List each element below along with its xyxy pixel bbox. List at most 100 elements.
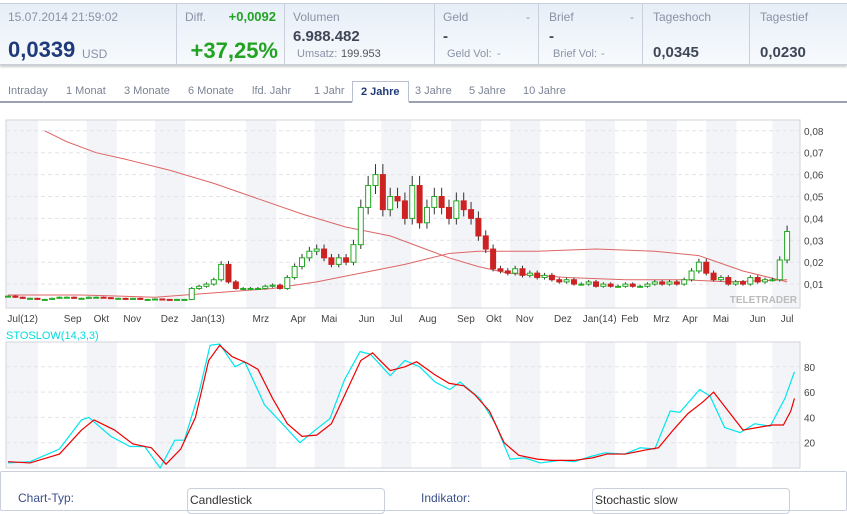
x-tick-label: Dez bbox=[554, 314, 572, 325]
candle-body bbox=[225, 263, 232, 283]
candle-body bbox=[401, 200, 408, 219]
month-band bbox=[86, 120, 117, 308]
x-tick-label: Apr bbox=[682, 314, 698, 325]
x-tick-label: Aug bbox=[419, 314, 437, 325]
candle-body bbox=[144, 298, 151, 301]
month-band bbox=[584, 342, 616, 468]
candle-body bbox=[166, 298, 173, 301]
candle-body bbox=[276, 284, 283, 289]
x-tick-label: Apr bbox=[291, 314, 307, 325]
candle-body bbox=[651, 281, 658, 285]
candle-body bbox=[482, 235, 489, 250]
indicator-y-tick-label: 80 bbox=[804, 363, 816, 374]
y-tick-label: 0,06 bbox=[804, 171, 824, 182]
x-tick-label: Mai bbox=[713, 314, 729, 325]
month-band bbox=[155, 120, 186, 308]
indicator-select[interactable]: Stochastic slow bbox=[592, 488, 790, 514]
candle-body bbox=[27, 297, 34, 300]
x-tick-label: Jun bbox=[750, 314, 766, 325]
candle-body bbox=[409, 185, 416, 219]
candle-body bbox=[563, 279, 570, 283]
candle-body bbox=[232, 281, 239, 289]
x-tick-label: Okt bbox=[94, 314, 110, 325]
candle-body bbox=[497, 268, 504, 272]
chart-type-select[interactable]: Candlestick bbox=[187, 488, 385, 514]
x-tick-label: Jan(14) bbox=[583, 314, 617, 325]
indicator-y-tick-label: 20 bbox=[804, 439, 816, 450]
candle-body bbox=[556, 279, 563, 283]
candle-body bbox=[615, 285, 622, 288]
candle-body bbox=[725, 277, 732, 285]
candle-body bbox=[703, 261, 710, 274]
candle-body bbox=[93, 296, 100, 299]
candle-body bbox=[394, 196, 401, 202]
x-tick-label: Mai bbox=[321, 314, 337, 325]
candle-body bbox=[423, 206, 430, 224]
candle-body bbox=[754, 277, 761, 283]
candle-body bbox=[34, 297, 41, 300]
candle-body bbox=[541, 274, 548, 279]
x-tick-label: Nov bbox=[123, 314, 141, 325]
candle-body bbox=[629, 283, 636, 287]
candle-body bbox=[637, 285, 644, 288]
candle-body bbox=[107, 297, 114, 300]
candle-body bbox=[343, 257, 350, 263]
candle-body bbox=[254, 287, 261, 290]
candle-body bbox=[357, 206, 364, 246]
x-tick-label: Jan(13) bbox=[191, 314, 225, 325]
chart-area: STOSLOW(14,3,3) 0,01 0,02 0,03 0,04 0,05 0,06… bbox=[5, 119, 824, 470]
candle-body bbox=[365, 185, 372, 208]
month-band bbox=[706, 342, 737, 468]
candle-body bbox=[490, 248, 497, 270]
candle-body bbox=[12, 295, 19, 298]
chart-settings: Chart-Typ: Candlestick Indikator: Stocha… bbox=[0, 471, 847, 514]
candle-body bbox=[784, 231, 791, 261]
candle-body bbox=[585, 281, 592, 285]
candle-body bbox=[534, 272, 541, 279]
candle-body bbox=[776, 259, 783, 281]
y-tick-label: 0,08 bbox=[804, 127, 824, 138]
candle-body bbox=[174, 298, 181, 301]
candle-body bbox=[19, 296, 26, 299]
candle-body bbox=[181, 298, 188, 301]
candle-body bbox=[328, 257, 335, 265]
x-tick-label: Sep bbox=[457, 314, 475, 325]
candle-body bbox=[284, 277, 291, 289]
y-tick-label: 0,05 bbox=[804, 193, 824, 204]
candle-body bbox=[570, 279, 577, 285]
candle-body bbox=[49, 297, 56, 300]
candle-body bbox=[152, 298, 158, 301]
candle-body bbox=[137, 297, 144, 300]
candle-body bbox=[622, 283, 629, 287]
candle-body bbox=[262, 285, 269, 289]
candle-body bbox=[688, 270, 695, 281]
indicator-y-tick-label: 40 bbox=[804, 413, 816, 424]
chart-type-label: Chart-Typ: bbox=[18, 491, 75, 505]
month-band bbox=[246, 120, 277, 308]
x-tick-label: Nov bbox=[516, 314, 534, 325]
candle-body bbox=[85, 296, 92, 299]
candle-body bbox=[372, 174, 379, 187]
x-tick-label: Sep bbox=[64, 314, 82, 325]
candle-body bbox=[512, 268, 519, 274]
month-band bbox=[6, 120, 39, 308]
candle-body bbox=[519, 268, 526, 276]
candle-body bbox=[548, 274, 555, 281]
candle-body bbox=[717, 277, 724, 281]
candle-body bbox=[122, 297, 129, 300]
month-band bbox=[246, 342, 277, 468]
candle-body bbox=[431, 196, 438, 208]
candle-body bbox=[313, 248, 320, 252]
x-tick-label: Mrz bbox=[653, 314, 670, 325]
candle-body bbox=[203, 283, 210, 287]
candle-body bbox=[240, 287, 247, 290]
x-tick-label: Jul bbox=[781, 314, 794, 325]
x-tick-label: Dez bbox=[161, 314, 179, 325]
candle-body bbox=[247, 287, 254, 290]
candle-body bbox=[299, 257, 305, 268]
candle-body bbox=[269, 284, 276, 287]
candle-body bbox=[188, 287, 195, 300]
candle-body bbox=[129, 297, 136, 300]
candle-body bbox=[78, 297, 85, 300]
candle-body bbox=[159, 298, 166, 301]
